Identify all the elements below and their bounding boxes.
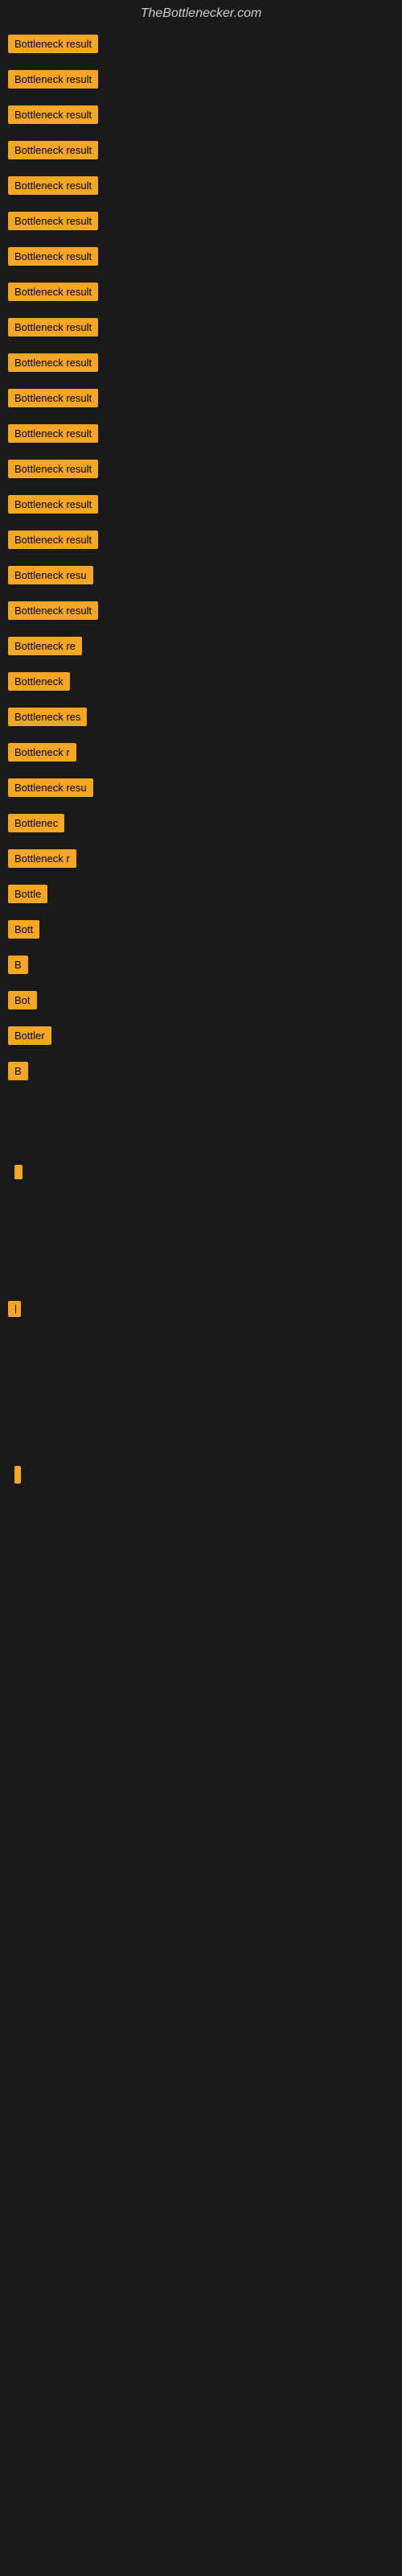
list-item [8,1459,394,1491]
bottleneck-badge[interactable]: Bottleneck result [8,318,98,336]
list-item: Bottleneck result [8,138,394,167]
bottleneck-badge[interactable]: Bottleneck result [8,353,98,372]
list-item: Bottleneck [8,669,394,698]
bottleneck-badge[interactable]: Bottleneck result [8,247,98,266]
spacer [8,1193,394,1257]
spacer [8,1094,394,1158]
list-item: Bottleneck result [8,456,394,485]
bottleneck-badge[interactable]: Bottleneck result [8,70,98,89]
list-item: Bottleneck result [8,67,394,96]
list-item: Bottleneck result [8,350,394,379]
page-container: TheBottlenecker.com Bottleneck result Bo… [0,0,402,1662]
site-title: TheBottlenecker.com [0,0,402,27]
bottleneck-badge[interactable]: Bottleneck result [8,283,98,301]
list-item: Bottleneck res [8,704,394,733]
list-item: Bottleneck resu [8,775,394,804]
list-item: Bottleneck result [8,421,394,450]
list-item: Bottleneck result [8,208,394,237]
list-item: B [8,1059,394,1088]
tiny-indicator-bottom [14,1466,21,1484]
list-item: Bottler [8,1023,394,1052]
bottleneck-badge[interactable]: B [8,956,28,974]
list-item: Bottlenec [8,811,394,840]
list-item: Bottleneck result [8,173,394,202]
bottleneck-badge[interactable]: Bottleneck [8,672,70,691]
bottleneck-badge[interactable]: Bottle [8,885,47,903]
list-item: Bottleneck result [8,386,394,415]
bottleneck-badge[interactable]: Bottleneck result [8,495,98,514]
bottleneck-badge[interactable]: Bottleneck r [8,743,76,762]
list-item: Bottleneck result [8,492,394,521]
bottleneck-badge[interactable]: Bottler [8,1026,51,1045]
bottleneck-badge[interactable]: Bottlenec [8,814,64,832]
list-item [8,1158,394,1187]
list-item: Bottleneck result [8,102,394,131]
bottleneck-badge[interactable]: Bottleneck result [8,105,98,124]
list-item: Bottleneck result [8,315,394,344]
bottleneck-badge[interactable]: Bottleneck resu [8,778,93,797]
bottleneck-badge[interactable]: Bottleneck result [8,601,98,620]
bottleneck-badge[interactable]: Bot [8,991,37,1009]
bottleneck-badge[interactable]: Bottleneck res [8,708,87,726]
list-item: Bottle [8,881,394,910]
bottleneck-badge[interactable]: Bottleneck result [8,460,98,478]
tiny-indicator [14,1165,23,1179]
bottleneck-badge[interactable]: Bottleneck result [8,212,98,230]
bottleneck-badge[interactable]: B [8,1062,28,1080]
bottleneck-badge[interactable]: Bottleneck result [8,389,98,407]
bottleneck-badge[interactable]: Bottleneck result [8,424,98,443]
list-item: B [8,952,394,981]
list-item: Bottleneck resu [8,563,394,592]
list-item: Bottleneck re [8,634,394,663]
list-item: Bottleneck r [8,740,394,769]
bottleneck-badge[interactable]: Bottleneck resu [8,566,93,584]
bottleneck-badge[interactable]: Bottleneck r [8,849,76,868]
bottleneck-badge[interactable]: Bott [8,920,39,939]
list-item: Bot [8,988,394,1017]
bottleneck-badge[interactable]: Bottleneck result [8,176,98,195]
list-item: Bottleneck result [8,31,394,60]
bottom-spacer [8,1497,394,1658]
list-item: Bottleneck result [8,279,394,308]
spacer [8,1257,394,1298]
bottleneck-badge[interactable]: Bottleneck result [8,141,98,159]
bottleneck-badge[interactable]: Bottleneck result [8,35,98,53]
list-item: Bottleneck r [8,846,394,875]
bottleneck-badge[interactable]: Bottleneck result [8,530,98,549]
spacer [8,1331,394,1395]
list-item: Bottleneck result [8,244,394,273]
bottleneck-badge[interactable]: | [8,1301,21,1317]
list-item: | [8,1298,394,1324]
results-container: Bottleneck result Bottleneck result Bott… [0,27,402,1662]
list-item: Bottleneck result [8,598,394,627]
list-item: Bottleneck result [8,527,394,556]
list-item: Bott [8,917,394,946]
bottleneck-badge[interactable]: Bottleneck re [8,637,82,655]
spacer [8,1395,394,1459]
